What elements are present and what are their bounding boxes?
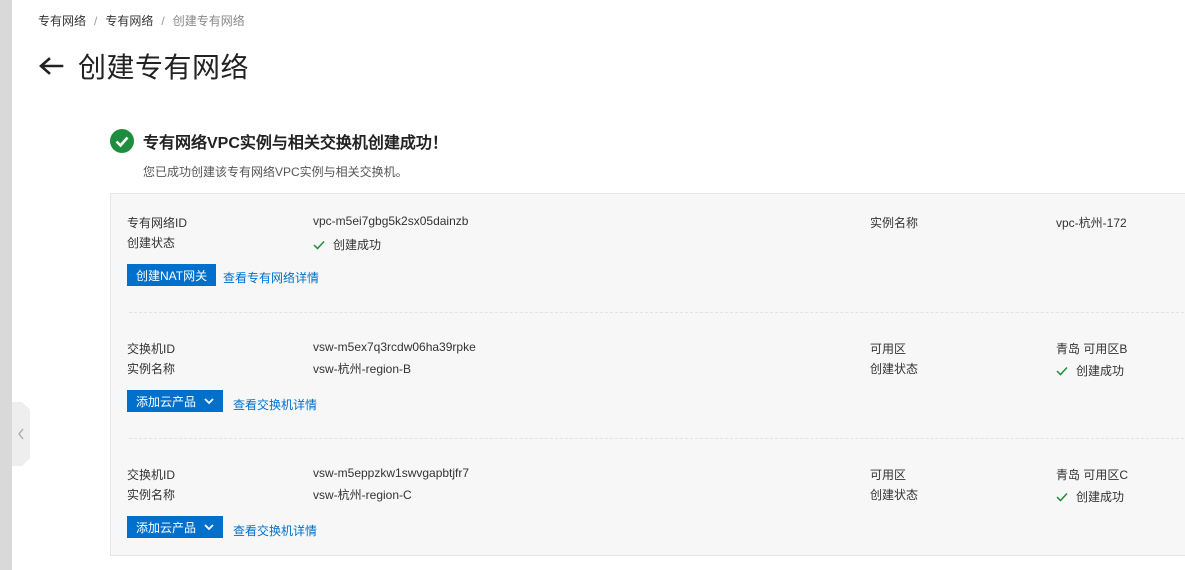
page-title: 创建专有网络 (78, 52, 250, 83)
vpc-name-label: 实例名称 (870, 216, 919, 230)
vswitch-c-zone-label: 可用区 (870, 468, 907, 482)
create-nat-gateway-button[interactable]: 创建NAT网关 (127, 264, 217, 286)
caret-down-icon (204, 523, 214, 530)
vpc-status-label: 创建状态 (127, 236, 176, 250)
vpc-id-value: vpc-m5ei7gbg5k2sx05dainzb (313, 214, 469, 228)
vswitch-c-id-value: vsw-m5eppzkw1swvgapbtjfr7 (313, 466, 470, 480)
vswitch-b-zone-value: 青岛 可用区B (1056, 342, 1128, 356)
result-panel: 专有网络ID vpc-m5ei7gbg5k2sx05dainzb 实例名称 vp… (110, 193, 1185, 556)
vswitch-c-status-value: 创建成功 (1076, 490, 1125, 504)
vswitch-b-zone-label: 可用区 (870, 342, 907, 356)
result-header: 专有网络VPC实例与相关交换机创建成功！ (110, 129, 448, 153)
check-icon (1056, 492, 1068, 502)
vpc-status: 创建成功 (313, 236, 381, 253)
breadcrumb-item-current: 创建专有网络 (172, 14, 245, 28)
vswitch-c-id-label: 交换机ID (127, 468, 176, 482)
add-cloud-product-label: 添加云产品 (136, 394, 197, 409)
vswitch-b-status-label: 创建状态 (870, 362, 919, 376)
vswitch-b-id-label: 交换机ID (127, 342, 176, 356)
sidebar-collapse-handle[interactable] (12, 402, 30, 466)
breadcrumb: 专有网络 / 专有网络 / 创建专有网络 (38, 12, 245, 29)
breadcrumb-item-vpc-2[interactable]: 专有网络 (105, 12, 153, 29)
result-subtitle: 您已成功创建该专有网络VPC实例与相关交换机。 (143, 165, 408, 179)
check-icon (1056, 366, 1068, 376)
section-divider (129, 438, 1185, 439)
vswitch-c-name-value: vsw-杭州-region-C (313, 488, 412, 502)
vpc-status-value: 创建成功 (333, 238, 382, 252)
page-header: 创建专有网络 (38, 46, 249, 86)
add-cloud-product-button[interactable]: 添加云产品 (127, 390, 224, 412)
back-arrow-icon[interactable] (38, 56, 64, 76)
vswitch-c-zone-value: 青岛 可用区C (1056, 468, 1129, 482)
vswitch-b-status: 创建成功 (1056, 362, 1124, 379)
create-nat-gateway-label: 创建NAT网关 (136, 268, 208, 283)
section-divider (129, 312, 1185, 313)
result-title: 专有网络VPC实例与相关交换机创建成功！ (143, 135, 448, 152)
vswitch-b-id-value: vsw-m5ex7q3rcdw06ha39rpke (313, 340, 476, 354)
breadcrumb-separator: / (94, 13, 98, 28)
caret-down-icon (204, 397, 214, 404)
vpc-id-label: 专有网络ID (127, 216, 188, 230)
left-sidebar-rail (0, 0, 12, 570)
check-icon (313, 240, 325, 250)
vswitch-c-detail-link[interactable]: 查看交换机详情 (233, 522, 317, 539)
success-check-icon (110, 129, 134, 153)
vswitch-c-status: 创建成功 (1056, 488, 1124, 505)
add-cloud-product-button[interactable]: 添加云产品 (127, 516, 224, 538)
vpc-name-value: vpc-杭州-172 (1056, 216, 1127, 230)
vswitch-b-detail-link[interactable]: 查看交换机详情 (233, 396, 317, 413)
breadcrumb-item-vpc-1[interactable]: 专有网络 (38, 12, 86, 29)
breadcrumb-separator: / (161, 13, 165, 28)
vswitch-c-status-label: 创建状态 (870, 488, 919, 502)
vswitch-b-name-label: 实例名称 (127, 362, 176, 376)
vpc-detail-link[interactable]: 查看专有网络详情 (223, 269, 319, 286)
vswitch-c-name-label: 实例名称 (127, 488, 176, 502)
add-cloud-product-label: 添加云产品 (136, 520, 197, 535)
vswitch-b-status-value: 创建成功 (1076, 364, 1125, 378)
vswitch-b-name-value: vsw-杭州-region-B (313, 362, 412, 376)
chevron-left-icon (18, 428, 24, 440)
